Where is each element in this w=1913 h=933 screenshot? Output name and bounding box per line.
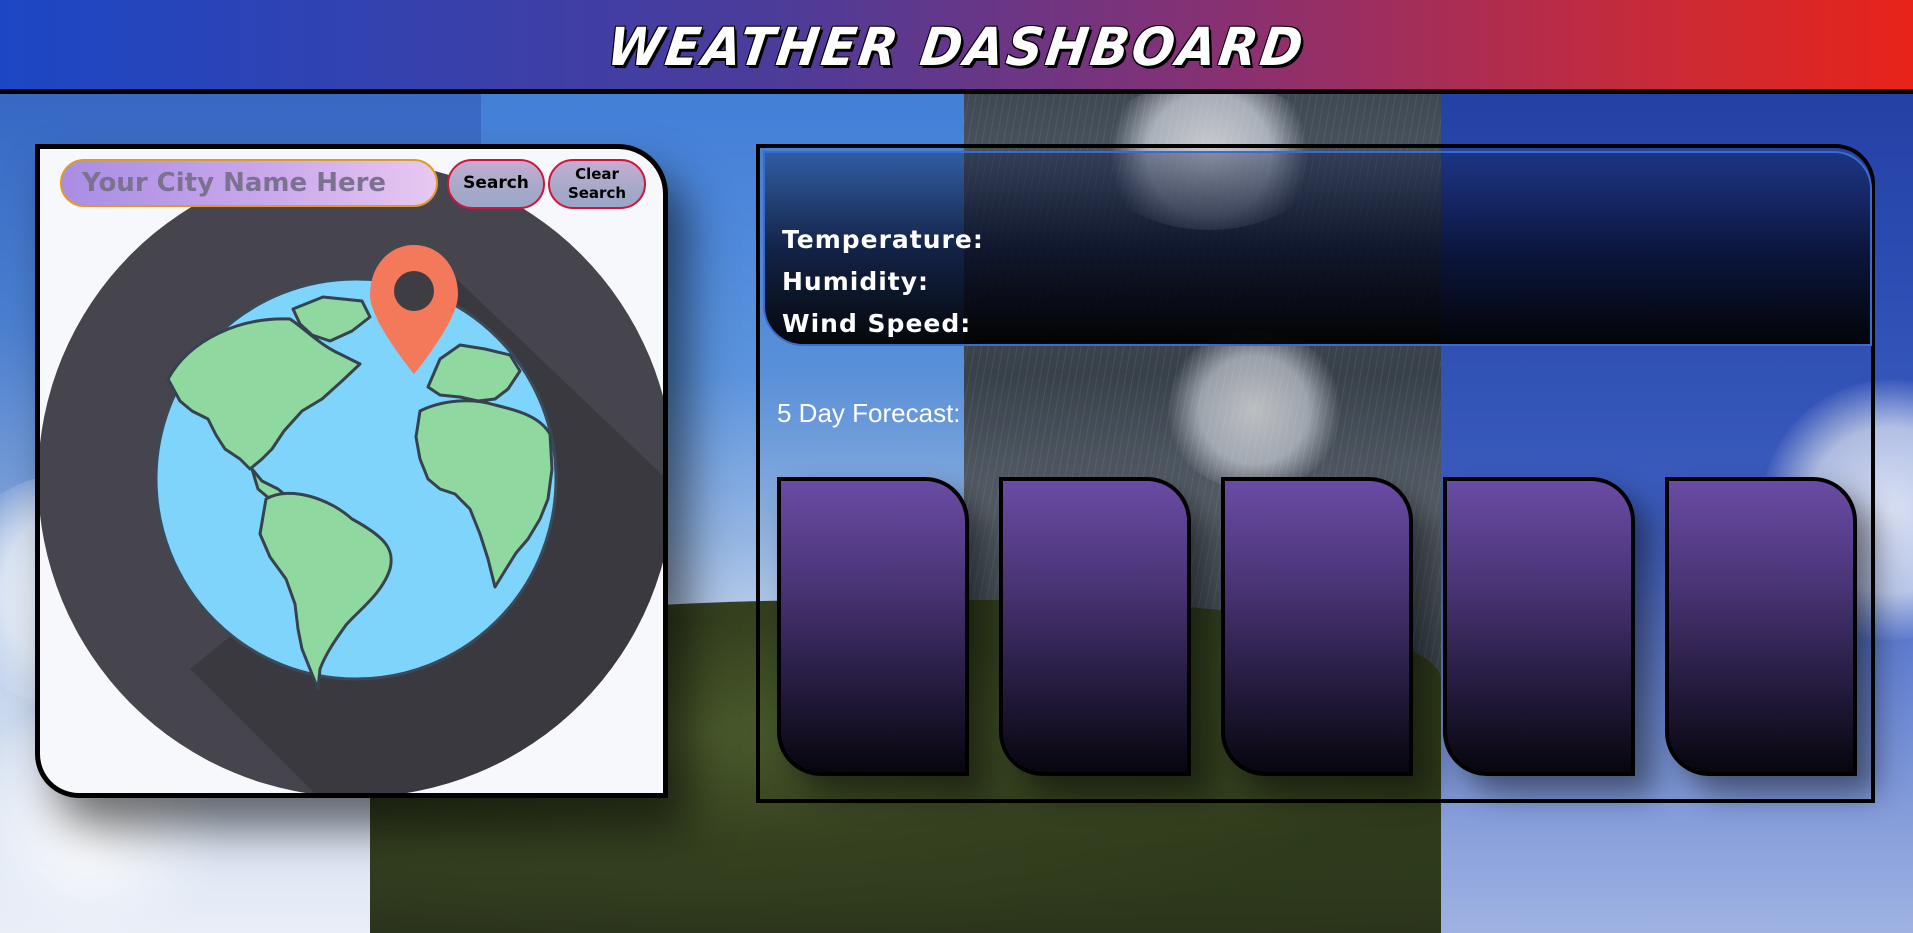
humidity-label: Humidity: [782, 267, 930, 296]
page-title: WEATHER DASHBOARD [603, 16, 1310, 78]
clear-search-button[interactable]: Clear Search [548, 159, 646, 209]
city-search-input[interactable] [60, 159, 438, 207]
forecast-day-card [1665, 477, 1857, 776]
forecast-heading: 5 Day Forecast: [777, 398, 961, 428]
globe-location-icon [40, 161, 663, 793]
temperature-label: Temperature: [782, 225, 984, 254]
forecast-day-card [1443, 477, 1635, 776]
forecast-day-card [999, 477, 1191, 776]
wind-speed-label: Wind Speed: [782, 309, 972, 338]
weather-card: Temperature: Humidity: Wind Speed: 5 Day… [756, 144, 1875, 803]
forecast-day-card [1221, 477, 1413, 776]
header-bar: WEATHER DASHBOARD [0, 0, 1913, 94]
search-card: Search Clear Search [35, 144, 668, 798]
current-weather-panel: Temperature: Humidity: Wind Speed: [763, 151, 1872, 346]
search-button[interactable]: Search [447, 159, 545, 209]
forecast-day-card [777, 477, 969, 776]
